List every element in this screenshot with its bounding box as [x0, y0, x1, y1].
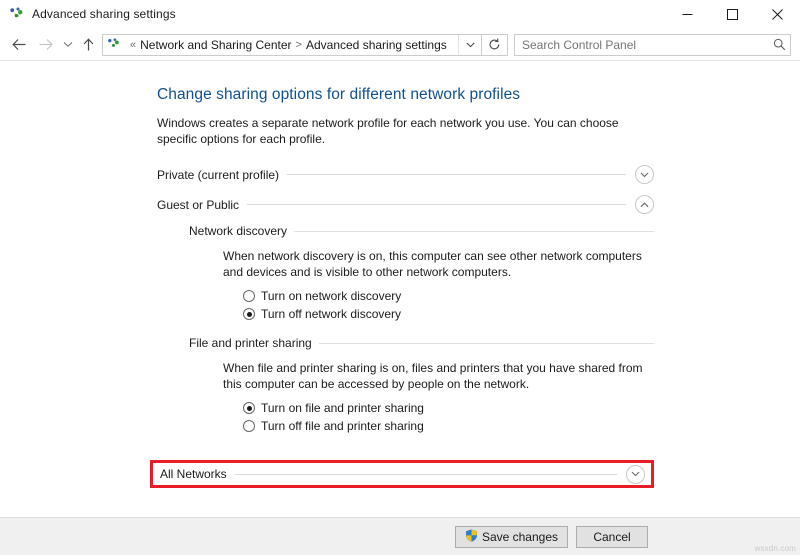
navigation-bar: « Network and Sharing Center > Advanced … — [0, 29, 800, 60]
radio-label: Turn off file and printer sharing — [261, 419, 424, 433]
address-bar[interactable]: « Network and Sharing Center > Advanced … — [102, 33, 482, 56]
content-area: Change sharing options for different net… — [0, 61, 800, 519]
search-icon[interactable] — [768, 38, 790, 51]
close-button[interactable] — [755, 0, 800, 28]
back-button[interactable] — [6, 33, 32, 57]
chevron-down-icon[interactable] — [626, 464, 645, 484]
page-description: Windows creates a separate network profi… — [157, 116, 619, 146]
breadcrumb-item-network-and-sharing-center[interactable]: Network and Sharing Center — [140, 38, 291, 52]
section-header-file-and-printer-sharing: File and printer sharing — [189, 336, 654, 350]
breadcrumb-separator[interactable]: > — [292, 39, 306, 51]
profile-label-guest-or-public: Guest or Public — [157, 197, 240, 212]
chevron-down-icon[interactable] — [635, 165, 654, 184]
up-button[interactable] — [78, 33, 98, 57]
section-rule — [294, 230, 654, 232]
section-description-file-and-printer-sharing: When file and printer sharing is on, fil… — [223, 361, 643, 391]
search-box[interactable] — [514, 33, 791, 56]
footer-buttons: Save changes Cancel — [454, 526, 648, 548]
profile-label-private: Private (current profile) — [157, 167, 280, 182]
save-changes-button[interactable]: Save changes — [454, 526, 568, 548]
radio-option-turn-off-network-discovery[interactable]: Turn off network discovery — [243, 306, 654, 322]
breadcrumb-item-advanced-sharing-settings[interactable]: Advanced sharing settings — [306, 38, 447, 52]
radio-label: Turn off network discovery — [261, 307, 402, 321]
radio-button[interactable] — [243, 402, 255, 414]
watermark: wsxdn.com — [754, 544, 796, 553]
minimize-button[interactable] — [665, 0, 710, 28]
radio-option-turn-on-file-and-printer-sharing[interactable]: Turn on file and printer sharing — [243, 400, 654, 416]
cancel-label: Cancel — [593, 530, 631, 544]
section-title-file-and-printer-sharing: File and printer sharing — [189, 336, 312, 350]
network-sharing-icon — [9, 6, 25, 22]
profile-rule — [247, 204, 626, 205]
page-title: Change sharing options for different net… — [157, 86, 521, 103]
radio-option-turn-on-network-discovery[interactable]: Turn on network discovery — [243, 288, 654, 304]
chevron-up-icon[interactable] — [635, 195, 654, 214]
window-title: Advanced sharing settings — [32, 7, 176, 21]
uac-shield-icon — [465, 529, 478, 545]
radio-group-file-and-printer-sharing: Turn on file and printer sharing Turn of… — [189, 400, 654, 434]
search-input[interactable] — [515, 36, 768, 53]
profile-rule — [234, 473, 617, 475]
profile-row-all-networks[interactable]: All Networks — [153, 463, 651, 485]
radio-button[interactable] — [243, 420, 255, 432]
guest-or-public-panel: Network discovery When network discovery… — [157, 224, 654, 434]
radio-label: Turn on file and printer sharing — [261, 401, 424, 415]
radio-button[interactable] — [243, 290, 255, 302]
section-header-network-discovery: Network discovery — [189, 224, 654, 238]
breadcrumb-overflow[interactable]: « — [126, 39, 140, 51]
cancel-button[interactable]: Cancel — [576, 526, 648, 548]
profile-label-all-networks: All Networks — [160, 467, 227, 481]
window-controls — [665, 0, 800, 28]
forward-button[interactable] — [32, 33, 58, 57]
radio-label: Turn on network discovery — [261, 289, 402, 303]
section-rule — [318, 342, 654, 344]
profile-rule — [287, 174, 626, 175]
section-title-network-discovery: Network discovery — [189, 224, 288, 238]
title-bar: Advanced sharing settings — [0, 0, 800, 29]
save-changes-label: Save changes — [481, 530, 558, 544]
maximize-button[interactable] — [710, 0, 755, 28]
breadcrumb-network-icon — [107, 37, 123, 53]
recent-locations-button[interactable] — [58, 33, 78, 57]
profile-row-guest-or-public[interactable]: Guest or Public — [157, 193, 654, 216]
radio-button[interactable] — [243, 308, 255, 320]
all-networks-highlight: All Networks — [150, 460, 654, 488]
profile-row-private[interactable]: Private (current profile) — [157, 163, 654, 186]
radio-option-turn-off-file-and-printer-sharing[interactable]: Turn off file and printer sharing — [243, 418, 654, 434]
footer-bar: Save changes Cancel wsxdn.com — [0, 517, 800, 555]
section-description-network-discovery: When network discovery is on, this compu… — [223, 249, 642, 279]
address-dropdown-button[interactable] — [458, 34, 481, 55]
refresh-button[interactable] — [482, 33, 508, 56]
radio-group-network-discovery: Turn on network discovery Turn off netwo… — [189, 288, 654, 322]
